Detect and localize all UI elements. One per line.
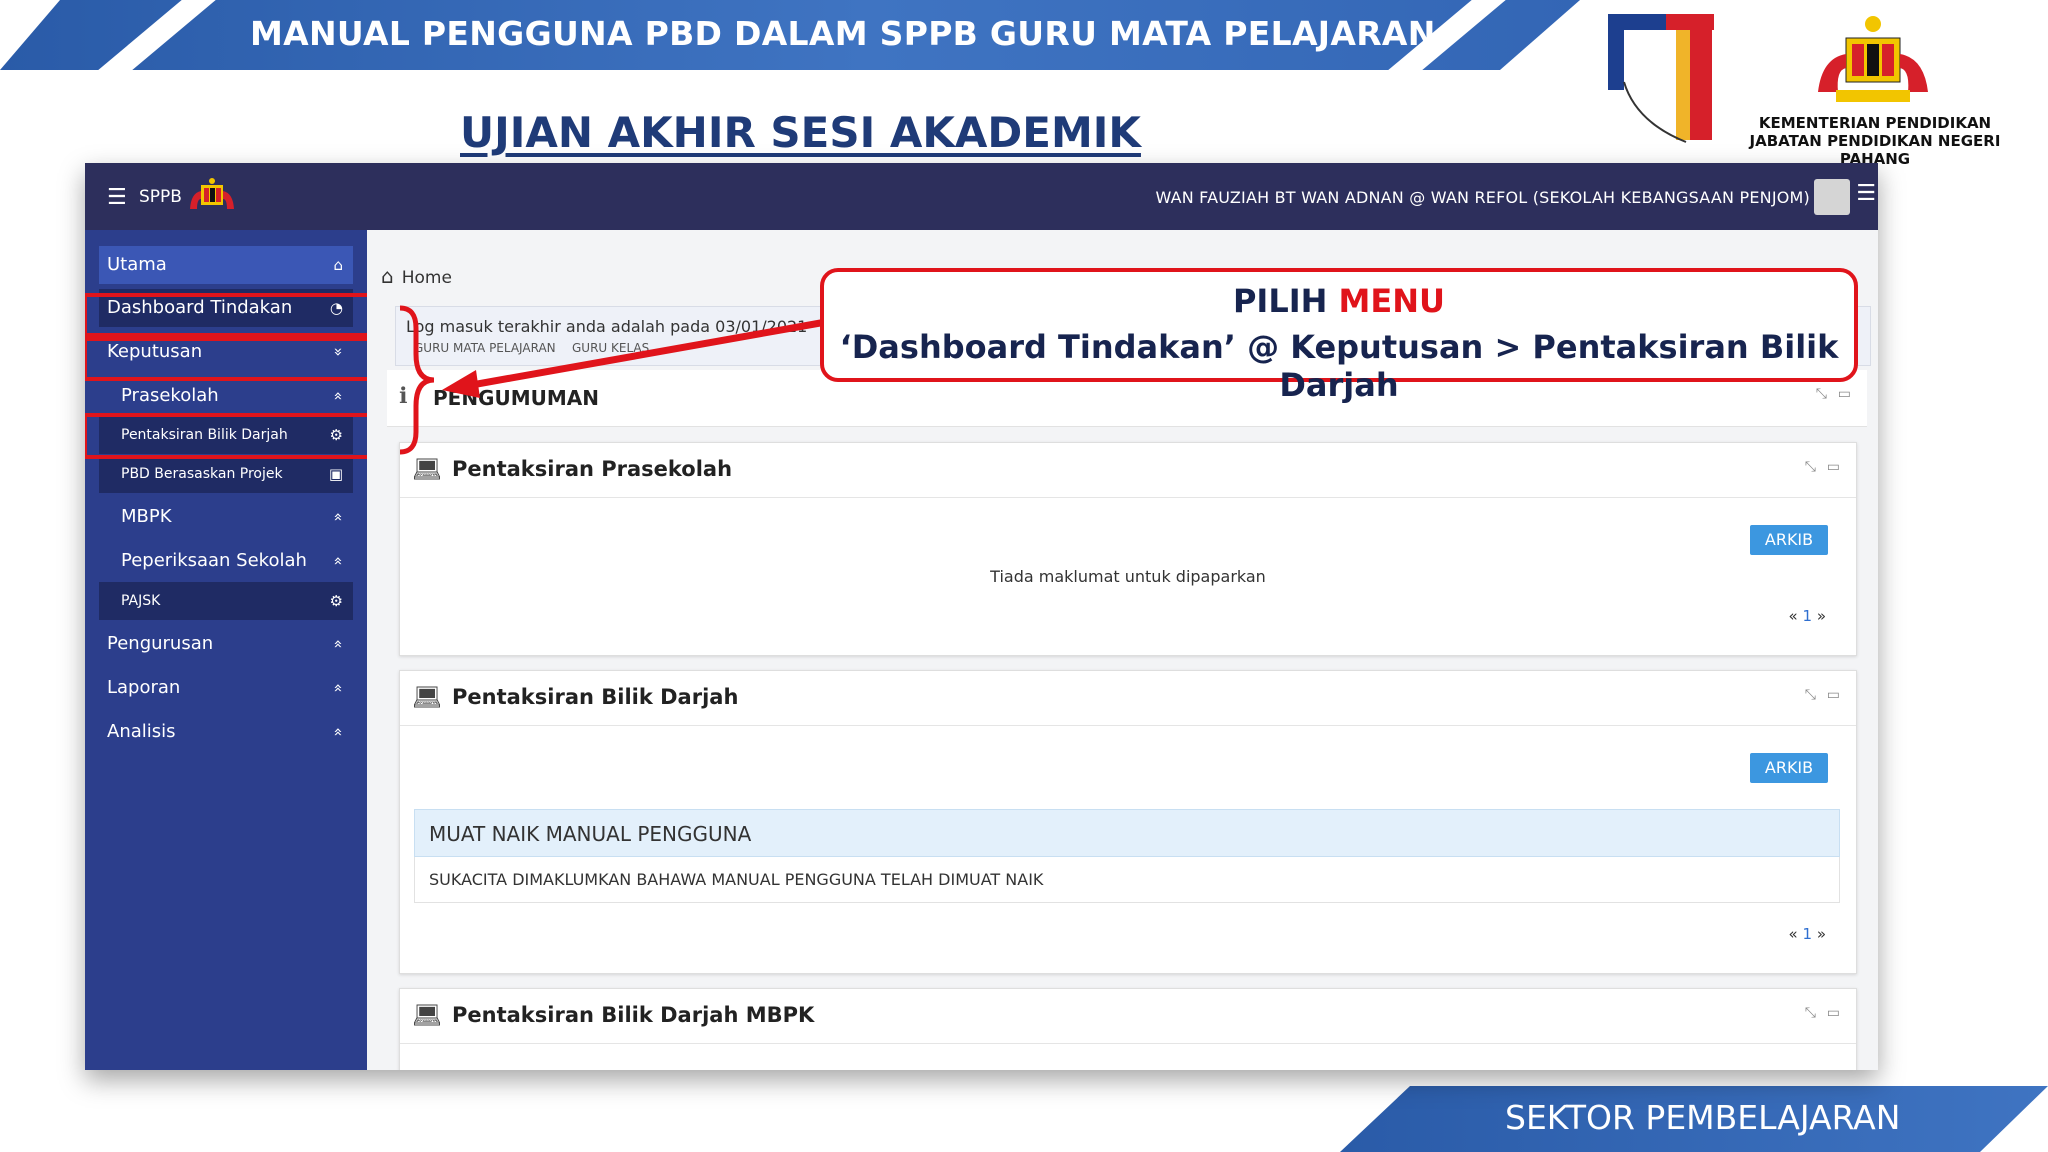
panel-pentaksiran-prasekolah: 💻︎ Pentaksiran Prasekolah ⤡ ▭ ARKIB Tiad… (399, 442, 1857, 656)
callout-prefix: PILIH (1232, 282, 1339, 320)
user-name[interactable]: WAN FAUZIAH BT WAN ADNAN @ WAN REFOL (SE… (1155, 188, 1810, 207)
sidebar-item-label: Utama (107, 254, 167, 275)
sidebar-item-label: Analisis (107, 721, 176, 742)
banner-stripe (98, 0, 216, 70)
panel-header: 💻︎ Pentaksiran Bilik Darjah ⤡ ▭ (400, 671, 1856, 726)
pagination: « 1 » (1789, 925, 1826, 943)
collapse-icon[interactable]: ⤡ (1805, 1005, 1816, 1021)
sidebar-item-pajsk[interactable]: PAJSK ⚙ (99, 582, 353, 620)
sidebar-item-label: Pengurusan (107, 633, 214, 654)
breadcrumb-home: Home (401, 268, 452, 288)
collapse-icon[interactable]: ⤡ (1805, 687, 1816, 703)
home-icon: ⌂ (333, 256, 343, 274)
pager-next[interactable]: » (1817, 925, 1826, 943)
chevron-up-icon: « (329, 391, 348, 401)
pager-page[interactable]: 1 (1802, 925, 1812, 943)
panel-title: Pentaksiran Prasekolah (452, 457, 733, 481)
instruction-callout: PILIH MENU ‘Dashboard Tindakan’ @ Keputu… (820, 268, 1858, 404)
breadcrumb[interactable]: ⌂ Home (381, 264, 452, 288)
sidebar-item-label: MBPK (121, 506, 172, 527)
brand-crest-icon (190, 178, 234, 209)
sidebar-item-label: Laporan (107, 677, 181, 698)
sidebar-item-laporan[interactable]: Laporan « (99, 669, 353, 707)
slide-heading: UJIAN AKHIR SESI AKADEMIK (460, 108, 1141, 157)
highlight-pentaksiran-bilik-darjah (85, 413, 387, 459)
empty-message: Tiada maklumat untuk dipaparkan (990, 567, 1266, 586)
chevron-up-icon: « (329, 512, 348, 522)
notice-title[interactable]: MUAT NAIK MANUAL PENGGUNA (414, 809, 1840, 857)
callout-arrow (399, 305, 827, 455)
panel-title: Pentaksiran Bilik Darjah (452, 685, 739, 709)
gear-icon: ⚙ (329, 592, 343, 610)
sidebar-item-label: PAJSK (121, 593, 161, 609)
top-navbar: ☰ SPPB WAN FAUZIAH BT WAN ADNAN @ WAN RE… (85, 163, 1878, 230)
laptop-icon: 💻︎ (412, 1001, 443, 1029)
pager-next[interactable]: » (1817, 607, 1826, 625)
arkib-button[interactable]: ARKIB (1750, 753, 1828, 783)
chevron-up-icon: « (329, 683, 348, 693)
sidebar-item-peperiksaan-sekolah[interactable]: Peperiksaan Sekolah « (99, 542, 353, 580)
sidebar-item-label: PBD Berasaskan Projek (121, 466, 283, 482)
hamburger-menu-icon[interactable]: ☰ (107, 185, 127, 210)
laptop-icon: 💻︎ (412, 683, 443, 711)
panel-header: 💻︎ Pentaksiran Bilik Darjah MBPK ⤡ ▭ (400, 989, 1856, 1044)
sidebar-item-utama[interactable]: Utama ⌂ (99, 246, 353, 284)
sidebar-item-mbpk[interactable]: MBPK « (99, 498, 353, 536)
ministry-line1: KEMENTERIAN PENDIDIKAN (1758, 114, 1992, 132)
banner-title: MANUAL PENGGUNA PBD DALAM SPPB GURU MATA… (250, 14, 1436, 53)
ministry-label: KEMENTERIAN PENDIDIKAN JABATAN PENDIDIKA… (1720, 114, 2030, 168)
malaysia-crest-logo (1818, 16, 1928, 102)
transformasi-pendidikan-logo (1608, 14, 1714, 143)
pagination: « 1 » (1789, 607, 1826, 625)
sidebar-item-analisis[interactable]: Analisis « (99, 713, 353, 751)
highlight-dashboard-tindakan (85, 293, 387, 337)
brand-label[interactable]: SPPB (139, 187, 182, 207)
sidebar-item-pbd-berasaskan-projek[interactable]: PBD Berasaskan Projek ▣ (99, 455, 353, 493)
avatar[interactable] (1814, 179, 1850, 215)
notice-body: SUKACITA DIMAKLUMKAN BAHAWA MANUAL PENGG… (414, 857, 1840, 903)
callout-line2: ‘Dashboard Tindakan’ @ Keputusan > Penta… (839, 328, 1839, 404)
chevron-up-icon: « (329, 727, 348, 737)
chevron-up-icon: « (329, 639, 348, 649)
clipboard-icon: ▣ (328, 465, 343, 483)
sidebar-item-label: Prasekolah (121, 385, 219, 406)
callout-highlight: MENU (1338, 282, 1446, 320)
panel-pentaksiran-bilik-darjah-mbpk: 💻︎ Pentaksiran Bilik Darjah MBPK ⤡ ▭ (399, 988, 1857, 1070)
pager-prev[interactable]: « (1789, 925, 1798, 943)
sidebar-item-label: Peperiksaan Sekolah (121, 550, 307, 571)
pager-prev[interactable]: « (1789, 607, 1798, 625)
sidebar-item-prasekolah[interactable]: Prasekolah « (99, 377, 353, 415)
panel-pentaksiran-bilik-darjah: 💻︎ Pentaksiran Bilik Darjah ⤡ ▭ ARKIB MU… (399, 670, 1857, 974)
window-icon[interactable]: ▭ (1827, 459, 1840, 475)
panel-title: Pentaksiran Bilik Darjah MBPK (452, 1003, 815, 1027)
pager-page[interactable]: 1 (1802, 607, 1812, 625)
callout-line1: PILIH MENU (824, 282, 1854, 320)
home-icon: ⌂ (381, 264, 394, 288)
footer-text: SEKTOR PEMBELAJARAN (1505, 1098, 1901, 1137)
arkib-button[interactable]: ARKIB (1750, 525, 1828, 555)
chevron-up-icon: « (329, 556, 348, 566)
sidebar-item-pengurusan[interactable]: Pengurusan « (99, 625, 353, 663)
window-icon[interactable]: ▭ (1827, 687, 1840, 703)
collapse-icon[interactable]: ⤡ (1805, 459, 1816, 475)
highlight-keputusan (85, 337, 387, 381)
window-icon[interactable]: ▭ (1827, 1005, 1840, 1021)
options-menu-icon[interactable]: ☰ (1856, 181, 1876, 206)
